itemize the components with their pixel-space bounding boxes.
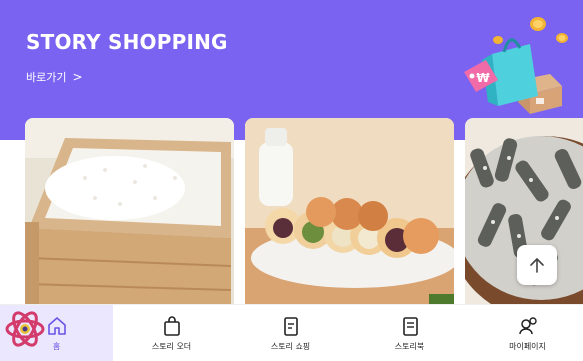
tab-story-order[interactable]: 스토리 오더 [115, 305, 228, 361]
rice-cake-dessert-image [245, 118, 454, 304]
shopping-bag-coins-illustration: ₩ [464, 17, 568, 114]
book-icon [402, 317, 418, 336]
tab-storybook[interactable]: 스토리북 [353, 305, 466, 361]
app-logo [5, 311, 45, 347]
tab-home-label: 홈 [52, 342, 61, 351]
banner-title: STORY SHOPPING [26, 30, 228, 54]
tab-story-order-label: 스토리 오더 [151, 342, 192, 351]
product-card[interactable] [25, 118, 234, 304]
bag-tag-badge: ₩ [476, 71, 490, 85]
tab-mypage[interactable]: 마이페이지 [471, 305, 583, 361]
product-card[interactable] [245, 118, 454, 304]
chevron-right-icon: > [72, 70, 83, 84]
scroll-to-top-button[interactable] [517, 245, 557, 285]
rice-image [25, 118, 234, 304]
product-carousel[interactable] [0, 118, 583, 304]
banner-shortcut-link[interactable]: 바로가기 > [26, 69, 83, 85]
tab-story-shopping-label: 스토리 쇼핑 [270, 342, 311, 351]
tab-storybook-label: 스토리북 [394, 342, 425, 351]
receipt-icon [283, 317, 298, 336]
people-icon [518, 317, 537, 335]
banner-shortcut-label: 바로가기 [26, 71, 67, 84]
home-icon [47, 317, 66, 335]
arrow-up-icon [530, 258, 544, 273]
bottom-tab-bar: 홈 스토리 오더 스토리 쇼핑 스토리북 마이페이지 [0, 304, 583, 361]
bag-icon [163, 316, 180, 336]
tab-story-shopping[interactable]: 스토리 쇼핑 [234, 305, 347, 361]
tab-mypage-label: 마이페이지 [509, 342, 546, 351]
